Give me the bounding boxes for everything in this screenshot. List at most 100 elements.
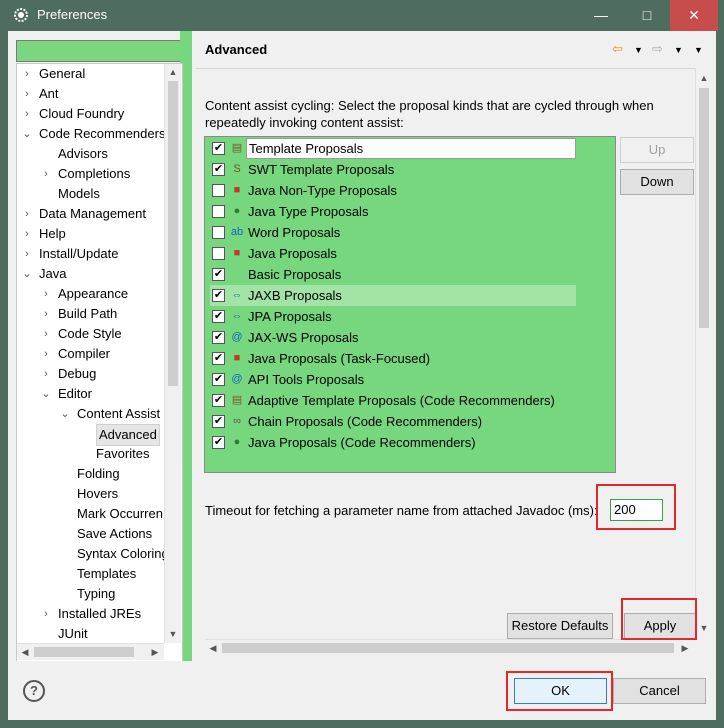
proposal-checkbox[interactable]: ✔ bbox=[212, 394, 225, 407]
tree-scroll-thumb[interactable] bbox=[168, 81, 178, 386]
maximize-button[interactable]: □ bbox=[624, 0, 670, 31]
collapsed-chevron-icon[interactable]: › bbox=[21, 224, 33, 244]
proposal-checkbox[interactable]: ✔ bbox=[212, 163, 225, 176]
proposal-checkbox[interactable]: ✔ bbox=[212, 352, 225, 365]
tree-item-label: Installed JREs bbox=[58, 606, 142, 621]
proposal-row[interactable]: ✔ @ JAX-WS Proposals bbox=[210, 327, 576, 348]
collapsed-chevron-icon[interactable]: › bbox=[40, 344, 52, 364]
proposal-row[interactable]: ✔ @ API Tools Proposals bbox=[210, 369, 576, 390]
expanded-chevron-icon[interactable]: ⌄ bbox=[40, 384, 52, 404]
cancel-button[interactable]: Cancel bbox=[613, 678, 706, 704]
highlight-box-apply bbox=[621, 598, 697, 640]
restore-defaults-button[interactable]: Restore Defaults bbox=[507, 613, 613, 639]
proposal-checkbox[interactable]: ✔ bbox=[212, 268, 225, 281]
proposal-checkbox[interactable]: ✔ bbox=[212, 436, 225, 449]
proposal-checkbox[interactable] bbox=[212, 205, 225, 218]
proposal-label: Basic Proposals bbox=[248, 267, 342, 282]
proposal-kind-icon: @ bbox=[231, 331, 243, 343]
scroll-left-arrow-icon[interactable]: ◀ bbox=[18, 645, 32, 659]
tree-item-label: Advanced bbox=[96, 424, 160, 446]
collapsed-chevron-icon[interactable]: › bbox=[40, 164, 52, 184]
filter-input[interactable] bbox=[16, 40, 184, 62]
close-button[interactable]: ✕ bbox=[670, 0, 718, 31]
proposal-checkbox[interactable]: ✔ bbox=[212, 289, 225, 302]
page-scroll-down-icon[interactable]: ▼ bbox=[697, 621, 711, 635]
proposal-checkbox[interactable]: ✔ bbox=[212, 373, 225, 386]
tree-horizontal-scrollbar[interactable]: ◀ ▶ bbox=[17, 643, 164, 660]
view-menu-icon[interactable]: ▼ bbox=[694, 45, 703, 55]
collapsed-chevron-icon[interactable]: › bbox=[21, 244, 33, 264]
collapsed-chevron-icon[interactable]: › bbox=[21, 64, 33, 84]
page-horizontal-scrollbar[interactable]: ◀ ▶ bbox=[205, 639, 693, 656]
help-icon[interactable]: ? bbox=[23, 680, 45, 702]
proposal-row[interactable]: ab Word Proposals bbox=[210, 222, 576, 243]
page-scroll-thumb[interactable] bbox=[699, 88, 709, 328]
proposal-row[interactable]: ✔ ▤ Template Proposals bbox=[210, 138, 576, 159]
collapsed-chevron-icon[interactable]: › bbox=[40, 284, 52, 304]
proposal-row[interactable]: ✔ ▤ Adaptive Template Proposals (Code Reco… bbox=[210, 390, 576, 411]
proposal-checkbox[interactable]: ✔ bbox=[212, 331, 225, 344]
forward-arrow-icon[interactable]: ⇨ bbox=[652, 41, 663, 57]
up-button[interactable]: Up bbox=[620, 137, 694, 163]
page-title: Advanced bbox=[205, 42, 268, 57]
proposal-row[interactable]: ✔ ■ Java Proposals (Task-Focused) bbox=[210, 348, 576, 369]
expanded-chevron-icon[interactable]: ⌄ bbox=[21, 124, 33, 144]
proposal-label: Java Proposals bbox=[248, 246, 337, 261]
proposal-checkbox[interactable] bbox=[212, 184, 225, 197]
proposal-row[interactable]: ✔ ⇔ JAXB Proposals bbox=[210, 285, 576, 306]
cycling-description: Content assist cycling: Select the propo… bbox=[205, 98, 654, 130]
scroll-up-arrow-icon[interactable]: ▲ bbox=[166, 65, 180, 79]
page-hscroll-thumb[interactable] bbox=[222, 643, 674, 653]
tree-item-label: Models bbox=[58, 186, 100, 201]
page-scroll-up-icon[interactable]: ▲ bbox=[697, 71, 711, 85]
page-scroll-right-icon[interactable]: ▶ bbox=[678, 641, 692, 655]
proposal-checkbox[interactable] bbox=[212, 226, 225, 239]
collapsed-chevron-icon[interactable]: › bbox=[21, 84, 33, 104]
scroll-down-arrow-icon[interactable]: ▼ bbox=[166, 627, 180, 641]
collapsed-chevron-icon[interactable]: › bbox=[21, 204, 33, 224]
tree-item-label: Mark Occurren bbox=[77, 506, 163, 521]
tree-item-label: Compiler bbox=[58, 346, 111, 361]
proposal-row[interactable]: ✔ ● Java Proposals (Code Recommenders) bbox=[210, 432, 576, 453]
collapsed-chevron-icon[interactable]: › bbox=[40, 324, 52, 344]
proposal-kind-icon: ● bbox=[233, 436, 241, 448]
tree-hscroll-thumb[interactable] bbox=[34, 647, 134, 657]
proposal-row[interactable]: ● Java Type Proposals bbox=[210, 201, 576, 222]
proposal-label: JPA Proposals bbox=[248, 309, 332, 324]
back-dropdown-icon[interactable]: ▼ bbox=[634, 45, 643, 55]
proposal-row[interactable]: ✔ ∞ Chain Proposals (Code Recommenders) bbox=[210, 411, 576, 432]
proposal-kind-icon: ▤ bbox=[231, 142, 243, 154]
proposal-row[interactable]: ✔ Basic Proposals bbox=[210, 264, 576, 285]
tree-vertical-scrollbar[interactable]: ▲ ▼ bbox=[164, 64, 181, 643]
expanded-chevron-icon[interactable]: ⌄ bbox=[21, 264, 33, 284]
proposal-checkbox[interactable]: ✔ bbox=[212, 415, 225, 428]
forward-dropdown-icon[interactable]: ▼ bbox=[674, 45, 683, 55]
proposal-row[interactable]: ✔ ⇔ JPA Proposals bbox=[210, 306, 576, 327]
proposal-checkbox[interactable] bbox=[212, 247, 225, 260]
proposal-kind-icon bbox=[230, 267, 244, 281]
tree-item-label: Content Assist bbox=[77, 406, 161, 421]
scroll-right-arrow-icon[interactable]: ▶ bbox=[148, 645, 162, 659]
proposal-row[interactable]: ✔ S SWT Template Proposals bbox=[210, 159, 576, 180]
proposal-label: API Tools Proposals bbox=[248, 372, 365, 387]
back-arrow-icon[interactable]: ⇦ bbox=[612, 41, 623, 57]
minimize-button[interactable]: — bbox=[578, 0, 624, 31]
page-scroll-left-icon[interactable]: ◀ bbox=[206, 641, 220, 655]
proposal-row[interactable]: ■ Java Proposals bbox=[210, 243, 576, 264]
collapsed-chevron-icon[interactable]: › bbox=[40, 604, 52, 624]
tree-item-label: Install/Update bbox=[39, 246, 119, 261]
proposal-kind-icon: ⇔ bbox=[231, 289, 243, 301]
expanded-chevron-icon[interactable]: ⌄ bbox=[59, 404, 71, 424]
collapsed-chevron-icon[interactable]: › bbox=[40, 304, 52, 324]
title-bar: Preferences — □ ✕ bbox=[0, 0, 724, 31]
proposal-row[interactable]: ■ Java Non-Type Proposals bbox=[210, 180, 576, 201]
page-vertical-scrollbar[interactable]: ▲ ▼ bbox=[695, 68, 712, 638]
collapsed-chevron-icon[interactable]: › bbox=[21, 104, 33, 124]
tree-item-label: Appearance bbox=[58, 286, 129, 301]
collapsed-chevron-icon[interactable]: › bbox=[40, 364, 52, 384]
proposal-checkbox[interactable]: ✔ bbox=[212, 142, 225, 155]
down-button[interactable]: Down bbox=[620, 169, 694, 195]
proposal-checkbox[interactable]: ✔ bbox=[212, 310, 225, 323]
proposal-label: Word Proposals bbox=[248, 225, 341, 240]
tree-item-label: Advisors bbox=[58, 146, 108, 161]
